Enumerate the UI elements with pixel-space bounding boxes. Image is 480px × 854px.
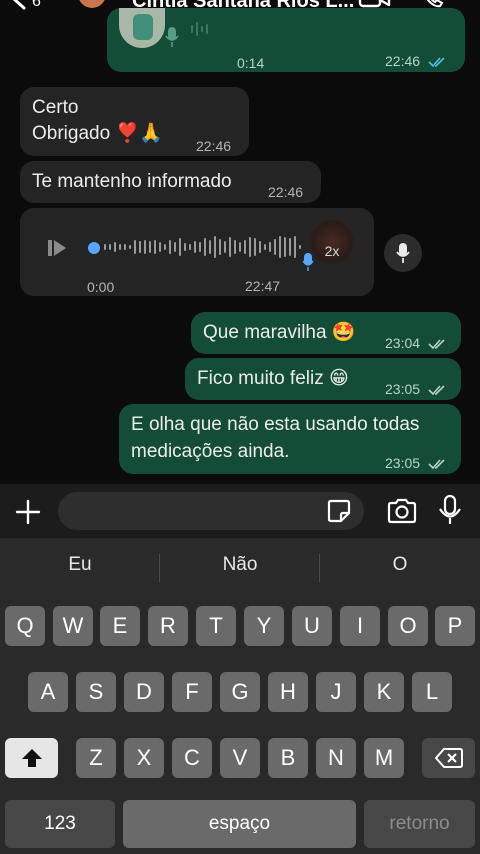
key-a[interactable]: A [28, 672, 68, 712]
key-r[interactable]: R [148, 606, 188, 646]
sticker-icon[interactable] [326, 498, 352, 524]
message-text-line-1: E olha que não esta usando todas [131, 414, 420, 435]
key-d[interactable]: D [124, 672, 164, 712]
suggestion-2[interactable]: Não [160, 554, 320, 576]
backspace-key[interactable] [422, 738, 475, 778]
key-x[interactable]: X [124, 738, 164, 778]
key-g[interactable]: G [220, 672, 260, 712]
key-h[interactable]: H [268, 672, 308, 712]
mic-icon [165, 27, 179, 47]
time-text: 23:05 [385, 455, 421, 471]
message-time: 23:05 [385, 450, 448, 476]
audio-sender-avatar [119, 8, 165, 48]
message-input-bar [0, 484, 480, 538]
key-y[interactable]: Y [244, 606, 284, 646]
message-time: 22:46 [268, 184, 304, 200]
incoming-message[interactable]: Te mantenho informado 22:46 [20, 161, 321, 203]
mic-icon [396, 243, 410, 263]
camera-icon[interactable] [386, 497, 418, 525]
key-c[interactable]: C [172, 738, 212, 778]
mic-icon [302, 253, 314, 271]
suggestion-3[interactable]: O [320, 554, 480, 576]
key-p[interactable]: P [435, 606, 475, 646]
incoming-audio-message[interactable]: 2x 0:00 22:47 [20, 208, 374, 296]
shift-icon [21, 749, 42, 767]
playback-speed-button[interactable]: 2x [312, 238, 352, 264]
suggestion-bar: Eu Não O [0, 538, 480, 598]
message-time: 22:47 [245, 278, 281, 294]
message-text: Que maravilha 🤩 [203, 322, 356, 343]
backspace-icon [434, 748, 463, 768]
read-ticks-icon [428, 459, 445, 470]
incoming-message[interactable]: Certo Obrigado ❣️🙏 22:46 [20, 87, 249, 156]
message-text-line-2: medicações ainda. [131, 441, 290, 462]
key-u[interactable]: U [292, 606, 332, 646]
back-icon[interactable]: 6 [10, 0, 44, 12]
message-time: 23:05 [385, 376, 448, 402]
message-text: Te mantenho informado [32, 171, 232, 192]
outgoing-audio-message[interactable]: 0:14 22:46 [107, 8, 465, 72]
playback-position-dot[interactable] [88, 242, 100, 254]
key-s[interactable]: S [76, 672, 116, 712]
transcribe-mic-button[interactable] [384, 234, 422, 272]
key-v[interactable]: V [220, 738, 260, 778]
read-ticks-icon [428, 57, 445, 68]
numbers-key[interactable]: 123 [5, 800, 115, 848]
message-input[interactable] [58, 492, 364, 530]
audio-duration: 0:14 [237, 55, 265, 71]
outgoing-message[interactable]: Que maravilha 🤩 23:04 [191, 312, 461, 354]
key-z[interactable]: Z [76, 738, 116, 778]
key-f[interactable]: F [172, 672, 212, 712]
message-text: Fico muito feliz 😁 [197, 368, 349, 389]
contact-avatar[interactable] [78, 0, 106, 8]
audio-waveform [191, 22, 208, 36]
message-text-line-1: Certo [32, 97, 79, 118]
key-n[interactable]: N [316, 738, 356, 778]
key-t[interactable]: T [196, 606, 236, 646]
read-ticks-icon [428, 339, 445, 350]
message-time: 22:46 [196, 138, 232, 154]
time-text: 22:46 [385, 53, 421, 69]
time-text: 23:05 [385, 381, 421, 397]
plus-icon[interactable] [14, 498, 42, 526]
key-e[interactable]: E [100, 606, 140, 646]
play-icon[interactable] [48, 238, 68, 258]
return-key[interactable]: retorno [364, 800, 475, 848]
key-l[interactable]: L [412, 672, 452, 712]
audio-position: 0:00 [87, 279, 115, 295]
message-text-line-2: Obrigado ❣️🙏 [32, 123, 163, 144]
suggestion-1[interactable]: Eu [0, 554, 160, 576]
shift-key[interactable] [5, 738, 58, 778]
outgoing-message[interactable]: Fico muito feliz 😁 23:05 [185, 358, 461, 400]
time-text: 23:04 [385, 335, 421, 351]
read-ticks-icon [428, 385, 445, 396]
key-k[interactable]: K [364, 672, 404, 712]
voice-record-icon[interactable] [436, 494, 464, 526]
outgoing-message[interactable]: E olha que não esta usando todas medicaç… [119, 404, 461, 474]
chat-screen: 6 Cíntia Santana Rios L... 0:14 22:46 Ce… [0, 0, 480, 854]
key-b[interactable]: B [268, 738, 308, 778]
message-time: 22:46 [385, 48, 448, 74]
key-i[interactable]: I [340, 606, 380, 646]
on-screen-keyboard: Eu Não O Q W E R T Y U I O P A S D F G H… [0, 538, 480, 854]
audio-waveform [104, 236, 301, 258]
svg-text:6: 6 [32, 0, 41, 10]
key-o[interactable]: O [388, 606, 428, 646]
key-w[interactable]: W [53, 606, 93, 646]
key-q[interactable]: Q [5, 606, 45, 646]
space-key[interactable]: espaço [123, 800, 356, 848]
key-m[interactable]: M [364, 738, 404, 778]
message-time: 23:04 [385, 330, 448, 356]
key-j[interactable]: J [316, 672, 356, 712]
